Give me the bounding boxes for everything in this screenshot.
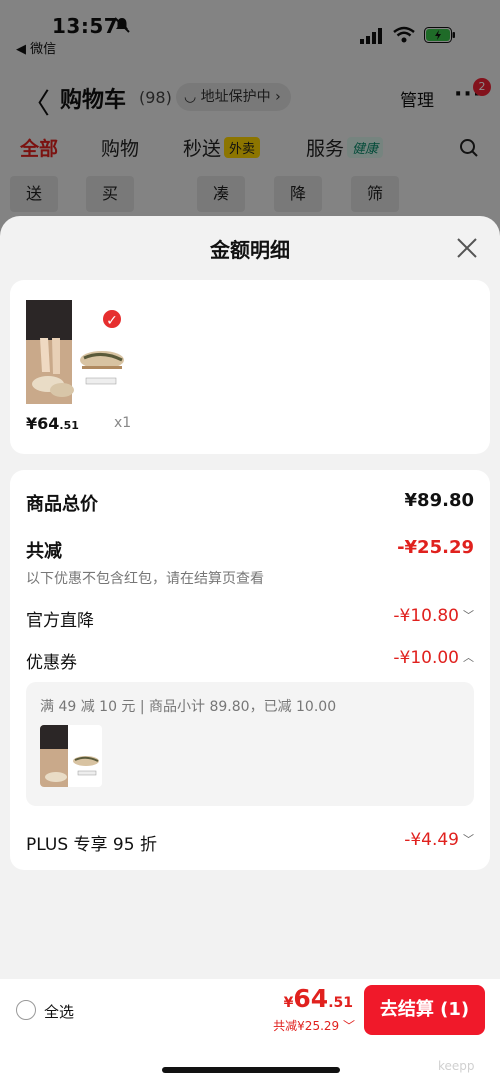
plus-value: -¥4.49 ﹀	[404, 830, 474, 850]
coupon-label: 优惠券	[26, 653, 77, 673]
goods-total-label: 商品总价	[26, 494, 98, 515]
chevron-down-icon: ﹀	[463, 833, 474, 846]
official-drop-label: 官方直降	[26, 611, 94, 631]
product-price: ¥64.51	[26, 414, 79, 433]
coupon-row[interactable]: 优惠券 -¥10.00 ︿	[26, 648, 474, 673]
coupon-detail-box: 满 49 减 10 元 | 商品小计 89.80，已减 10.00	[26, 682, 474, 806]
official-drop-row[interactable]: 官方直降 -¥10.80 ﹀	[26, 606, 474, 631]
product-quantity: x1	[114, 415, 132, 431]
total-saved[interactable]: 共减¥25.29 ﹀	[273, 1017, 355, 1034]
coupon-description: 满 49 减 10 元 | 商品小计 89.80，已减 10.00	[40, 699, 337, 715]
checkout-bar: 全选 ¥64.51 共减¥25.29 ﹀ 去结算 (1) keepp	[0, 979, 500, 1084]
total-decimal: .51	[328, 995, 353, 1011]
official-drop-value: -¥10.80 ﹀	[393, 606, 474, 626]
total-price: ¥64.51	[284, 984, 353, 1013]
coupon-value: -¥10.00 ︿	[393, 648, 474, 668]
price-decimal: .51	[59, 419, 79, 432]
plus-discount-row[interactable]: PLUS 专享 95 折 -¥4.49 ﹀	[26, 830, 474, 855]
total-main: 64	[293, 984, 329, 1013]
goods-total-value: ¥89.80	[404, 490, 474, 511]
amount-detail-card: 商品总价 ¥89.80 共减 -¥25.29 以下优惠不包含红包，请在结算页查看…	[10, 470, 490, 870]
chevron-down-icon: ﹀	[463, 609, 474, 622]
home-indicator[interactable]	[162, 1067, 340, 1073]
sheet-title: 金额明细	[210, 238, 290, 262]
select-all-label[interactable]: 全选	[44, 1001, 74, 1022]
modal-backdrop[interactable]	[0, 0, 500, 240]
checkout-button[interactable]: 去结算 (1)	[364, 985, 485, 1035]
watermark: keepp	[438, 1059, 475, 1073]
plus-amount: -¥4.49	[404, 830, 459, 850]
coupon-product-thumbnail	[40, 725, 102, 787]
selected-check-icon[interactable]: ✓	[101, 308, 123, 330]
close-icon[interactable]	[456, 237, 478, 259]
shoe-image	[40, 725, 102, 787]
chevron-up-icon: ︿	[463, 651, 474, 664]
total-currency: ¥	[283, 995, 294, 1011]
coupon-amount: -¥10.00	[393, 648, 459, 668]
goods-total-row: 商品总价 ¥89.80	[26, 490, 474, 516]
saved-amount: 共减¥25.29	[273, 1019, 340, 1033]
discount-note: 以下优惠不包含红包，请在结算页查看	[26, 571, 264, 587]
price-main: ¥64	[26, 414, 60, 433]
product-card: ✓ ¥64.51 x1	[10, 280, 490, 454]
chevron-down-icon: ﹀	[339, 1019, 355, 1033]
select-all-radio[interactable]	[16, 1000, 36, 1020]
discount-total-row: 共减 -¥25.29	[26, 537, 474, 563]
plus-label: PLUS 专享 95 折	[26, 835, 157, 855]
discount-label: 共减	[26, 541, 62, 562]
amount-detail-sheet: 金额明细 ✓ ¥64.51 x1 商品总价 ¥89.80 共减 -¥25.29 …	[0, 216, 500, 1084]
official-drop-amount: -¥10.80	[393, 606, 459, 626]
discount-value: -¥25.29	[397, 537, 474, 558]
